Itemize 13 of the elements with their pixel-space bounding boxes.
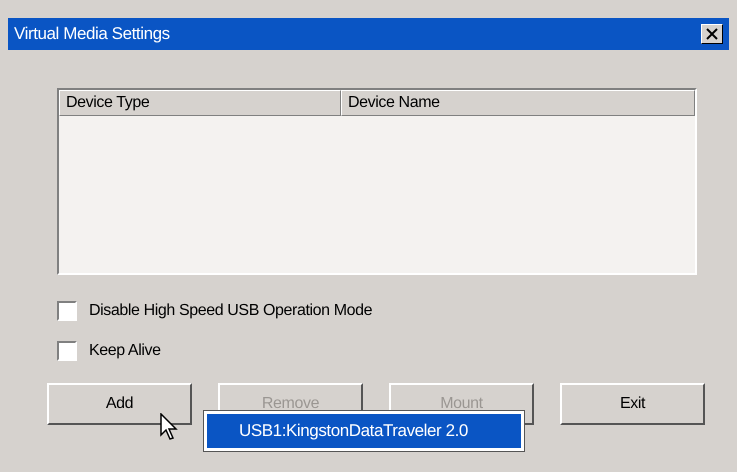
- checkbox-label: Disable High Speed USB Operation Mode: [89, 301, 372, 321]
- close-button[interactable]: [701, 24, 723, 44]
- dialog-button[interactable]: Exit: [560, 383, 705, 425]
- mouse-cursor-icon: [160, 413, 178, 441]
- column-header[interactable]: Device Name: [341, 90, 695, 116]
- menu-item[interactable]: USB1:KingstonDataTraveler 2.0: [207, 414, 521, 448]
- checkbox-label: Keep Alive: [89, 341, 161, 361]
- close-icon: [706, 28, 718, 40]
- checkbox[interactable]: [57, 301, 77, 321]
- column-header[interactable]: Device Type: [59, 90, 341, 116]
- dialog-button[interactable]: Add: [47, 383, 192, 425]
- checkbox[interactable]: [57, 341, 77, 361]
- window-title: Virtual Media Settings: [14, 23, 170, 46]
